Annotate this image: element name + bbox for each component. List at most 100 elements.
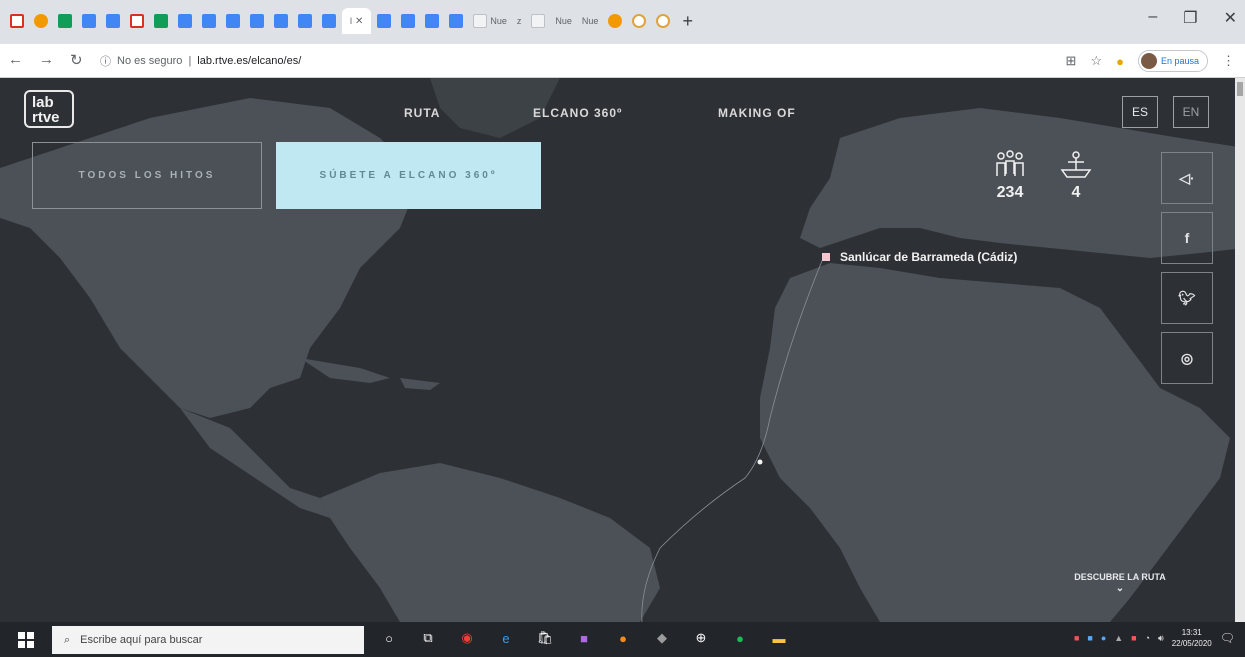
tab-drive[interactable]	[54, 8, 76, 34]
new-tab-button[interactable]: +	[682, 11, 693, 32]
tab-doc[interactable]	[294, 8, 316, 34]
tab-google[interactable]	[652, 8, 674, 34]
tab-doc[interactable]	[174, 8, 196, 34]
maximize-icon[interactable]: ❐	[1183, 8, 1197, 28]
hp-icon[interactable]: ⊕	[690, 627, 712, 649]
notifications-icon[interactable]: 🗨︎	[1220, 631, 1235, 645]
tab-label: Nue	[555, 16, 572, 26]
menu-dots-icon[interactable]: ⋮	[1222, 53, 1235, 69]
tab-doc[interactable]	[373, 8, 395, 34]
tab-active[interactable]: l ✕	[342, 8, 372, 34]
photos-icon[interactable]: ■	[573, 627, 595, 649]
whatsapp-button[interactable]: ◎	[1161, 332, 1213, 384]
chrome-icon[interactable]: ◉	[456, 627, 478, 649]
location-marker[interactable]: Sanlúcar de Barrameda (Cádiz)	[822, 250, 1017, 264]
store-icon[interactable]: 🛍︎	[534, 627, 556, 649]
tab-gmail[interactable]	[126, 8, 148, 34]
webpage: lab rtve RUTA ELCANO 360º MAKING OF ES E…	[0, 78, 1245, 622]
menu-making-of[interactable]: MAKING OF	[718, 106, 796, 120]
avatar	[1140, 53, 1157, 69]
speaker-icon: ◁·	[1179, 169, 1195, 186]
cortana-icon[interactable]: ○	[378, 627, 400, 649]
close-tab-icon[interactable]: ✕	[355, 16, 363, 27]
firefox-icon[interactable]: ●	[612, 627, 634, 649]
tab-doc[interactable]	[78, 8, 100, 34]
lang-en-button[interactable]: EN	[1173, 96, 1209, 128]
info-icon[interactable]: ⓘ	[100, 53, 111, 69]
gmail-icon	[130, 14, 144, 28]
whatsapp-icon: ◎	[1180, 349, 1194, 366]
forward-arrow-icon[interactable]: →	[39, 51, 54, 69]
docs-icon	[322, 14, 336, 28]
page-icon	[473, 14, 488, 28]
network-icon[interactable]: ◔	[1145, 633, 1150, 643]
tab-google[interactable]	[628, 8, 650, 34]
todos-los-hitos-button[interactable]: TODOS LOS HITOS	[32, 142, 262, 209]
tab-gmail[interactable]	[6, 8, 28, 34]
lang-es-button[interactable]: ES	[1122, 96, 1158, 128]
file-explorer-icon[interactable]: ▬	[768, 627, 790, 649]
back-arrow-icon[interactable]: ←	[8, 51, 23, 69]
search-placeholder: Escribe aquí para buscar	[80, 634, 203, 646]
tab-doc[interactable]	[246, 8, 268, 34]
tray-app-icon[interactable]: ■	[1131, 633, 1136, 643]
tray-app-icon[interactable]: ▲	[1114, 633, 1123, 643]
menu-elcano-360[interactable]: ELCANO 360º	[533, 106, 622, 120]
tab-new[interactable]: Nue	[469, 8, 511, 34]
tab-doc[interactable]	[397, 8, 419, 34]
browser-toolbar: ← → ↻ ⓘ No es seguro | lab.rtve.es/elcan…	[0, 44, 1245, 78]
scrollbar-thumb[interactable]	[1237, 82, 1243, 96]
bookmark-star-icon[interactable]: ☆	[1090, 53, 1102, 69]
twitter-button[interactable]: 🐦︎	[1161, 272, 1213, 324]
menu-ruta[interactable]: RUTA	[404, 106, 440, 120]
tab-doc[interactable]	[222, 8, 244, 34]
central-america	[180, 408, 330, 518]
task-view-icon[interactable]: ⧉	[417, 627, 439, 649]
url-text[interactable]: lab.rtve.es/elcano/es/	[197, 55, 301, 67]
minimize-icon[interactable]: –	[1148, 8, 1157, 28]
clock[interactable]: 13:31 22/05/2020	[1172, 627, 1212, 649]
app-icon[interactable]: ◆	[651, 627, 673, 649]
tab-new[interactable]: Nue	[551, 8, 576, 34]
windows-taskbar: ⌕ Escribe aquí para buscar ○ ⧉ ◉ e 🛍︎ ■ …	[0, 622, 1245, 657]
sound-button[interactable]: ◁·	[1161, 152, 1213, 204]
tab-classroom[interactable]	[150, 8, 172, 34]
tab-active-label: l	[350, 16, 352, 26]
crew-count: 234	[996, 184, 1024, 201]
route-point[interactable]	[757, 459, 763, 465]
tab-z[interactable]: z	[513, 8, 526, 34]
tray-app-icon[interactable]: ●	[1101, 633, 1106, 643]
spotify-icon[interactable]: ●	[729, 627, 751, 649]
page-scrollbar[interactable]	[1235, 78, 1245, 622]
profile-button[interactable]: En pausa	[1137, 50, 1208, 72]
gear-icon	[531, 14, 546, 28]
extension-icon[interactable]: ●	[1116, 54, 1124, 69]
discover-route-button[interactable]: DESCUBRE LA RUTA ⌄	[1060, 572, 1180, 594]
windows-start-icon[interactable]	[18, 632, 34, 648]
address-bar[interactable]: ⓘ No es seguro | lab.rtve.es/elcano/es/	[100, 49, 1020, 73]
tab-doc[interactable]	[421, 8, 443, 34]
search-icon: ⌕	[64, 633, 71, 646]
docs-icon	[274, 14, 288, 28]
close-icon[interactable]: ✕	[1224, 8, 1237, 28]
volume-icon[interactable]: 🔊︎	[1158, 633, 1164, 644]
reload-icon[interactable]: ↻	[70, 51, 83, 69]
tab-doc[interactable]	[445, 8, 467, 34]
edge-icon[interactable]: e	[495, 627, 517, 649]
tray-app-icon[interactable]: ■	[1074, 633, 1079, 643]
tab-new[interactable]: Nue	[578, 8, 603, 34]
tab-doc[interactable]	[270, 8, 292, 34]
facebook-button[interactable]: f	[1161, 212, 1213, 264]
taskbar-search-input[interactable]: ⌕ Escribe aquí para buscar	[52, 626, 364, 654]
tab-doc[interactable]	[102, 8, 124, 34]
subete-elcano-button[interactable]: SÚBETE A ELCANO 360º	[276, 142, 541, 209]
system-tray: ■ ■ ● ▲ ■ ◔ 🔊︎ 13:31 22/05/2020 🗨︎	[1074, 627, 1235, 649]
ship-icon-wrap	[1046, 150, 1106, 180]
tab-maps[interactable]	[30, 8, 52, 34]
tab-doc[interactable]	[198, 8, 220, 34]
tab-settings[interactable]	[527, 8, 549, 34]
tab-orange[interactable]	[604, 8, 626, 34]
translate-icon[interactable]: ⊞	[1066, 53, 1077, 69]
tray-app-icon[interactable]: ■	[1087, 633, 1092, 643]
tab-doc[interactable]	[318, 8, 340, 34]
